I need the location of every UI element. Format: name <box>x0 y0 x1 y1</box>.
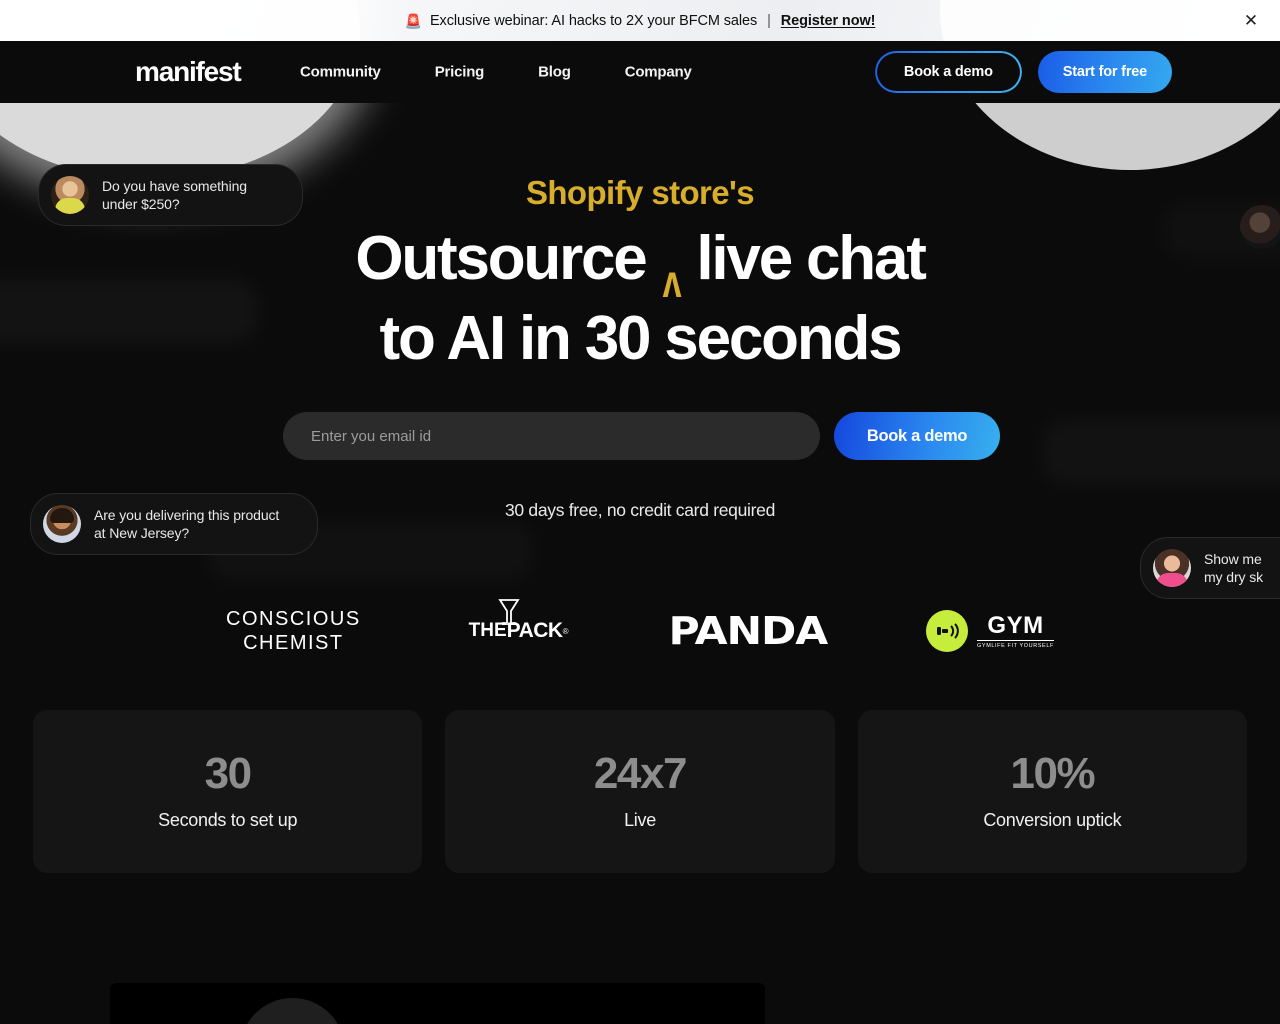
register-now-link[interactable]: Register now! <box>781 13 876 29</box>
customer-logo-strip: CONSCIOUS CHEMIST THE PACK ® PANDA GYM G… <box>0 599 1280 662</box>
chat-bubble-line: under $250? <box>102 196 180 212</box>
glass-icon <box>498 599 520 625</box>
email-field[interactable] <box>283 412 820 460</box>
stat-value: 10% <box>1010 749 1095 798</box>
site-header: manifest Community Pricing Blog Company … <box>0 41 1280 103</box>
brand-logo-gym: GYM GYMLIFE FIT YOURSELF <box>926 610 1054 652</box>
chat-bubble-text: Do you have something under $250? <box>102 177 247 213</box>
brand-line: CHEMIST <box>243 632 344 654</box>
brand-logo-panda: PANDA <box>668 609 828 653</box>
chat-bubble-line: at New Jersey? <box>94 525 190 541</box>
hero-title-part-2: live chat <box>696 224 927 293</box>
chat-bubble-line: Show me <box>1204 551 1262 567</box>
gym-word: GYM <box>987 611 1044 639</box>
announcement-banner: 🚨 Exclusive webinar: AI hacks to 2X your… <box>0 0 1280 180</box>
chat-bubble-text: Show me my dry sk <box>1204 550 1263 586</box>
gym-wordmark: GYM GYMLIFE FIT YOURSELF <box>977 611 1054 649</box>
background-bubble-decor <box>0 278 260 344</box>
brand-logo-the-pack: THE PACK ® <box>469 599 569 643</box>
stat-label: Live <box>624 810 656 830</box>
start-for-free-button[interactable]: Start for free <box>1037 51 1172 93</box>
chat-bubble-delivery-nj: Are you delivering this product at New J… <box>30 493 318 555</box>
hero-title-line-2: to AI in 30 seconds <box>379 304 903 373</box>
stat-card-setup-time: 30 Seconds to set up <box>33 710 423 873</box>
hero-book-demo-button[interactable]: Book a demo <box>834 412 1000 460</box>
chat-bubble-line: my dry sk <box>1204 569 1263 585</box>
nav-item-pricing[interactable]: Pricing <box>435 64 485 81</box>
dumbbell-icon <box>926 610 969 652</box>
header-actions: Book a demo Start for free <box>874 51 1172 93</box>
manifest-logo[interactable]: manifest <box>135 56 242 88</box>
chat-bubble-text: Are you delivering this product at New J… <box>94 506 279 542</box>
stat-label: Seconds to set up <box>158 810 298 830</box>
chat-bubble-line: Do you have something <box>102 178 247 194</box>
stat-value: 24x7 <box>593 749 688 798</box>
stats-row: 30 Seconds to set up 24x7 Live 10% Conve… <box>33 710 1247 873</box>
chat-bubble-dry-skin: Show me my dry sk <box>1140 537 1280 599</box>
announcement-separator: | <box>767 12 771 29</box>
avatar <box>51 176 89 214</box>
caret-icon: ʌ <box>662 256 682 308</box>
gym-tagline: GYMLIFE FIT YOURSELF <box>977 639 1054 649</box>
avatar <box>43 505 81 543</box>
announcement-text: Exclusive webinar: AI hacks to 2X your B… <box>429 12 758 29</box>
panel-circle-decor <box>240 998 345 1024</box>
chat-bubble-line: Are you delivering this product <box>94 507 280 523</box>
nav-item-company[interactable]: Company <box>625 64 692 81</box>
avatar <box>1153 549 1191 587</box>
announcement-content: 🚨 Exclusive webinar: AI hacks to 2X your… <box>405 13 876 29</box>
main-navigation: Community Pricing Blog Company <box>300 64 692 81</box>
stat-value: 30 <box>204 749 253 798</box>
nav-item-blog[interactable]: Blog <box>538 64 571 81</box>
siren-icon: 🚨 <box>404 12 422 29</box>
brand-logo-conscious-chemist: CONSCIOUS CHEMIST <box>226 607 361 655</box>
background-bubble-decor <box>1040 418 1280 486</box>
stat-card-live: 24x7 Live <box>445 710 835 873</box>
brand-line: CONSCIOUS <box>226 608 361 630</box>
chat-bubble-under-250: Do you have something under $250? <box>38 164 303 226</box>
brand-registered-mark: ® <box>562 626 569 636</box>
nav-item-community[interactable]: Community <box>300 64 381 81</box>
stat-label: Conversion uptick <box>983 810 1122 830</box>
header-book-demo-button[interactable]: Book a demo <box>874 51 1022 93</box>
landing-page: 🚨 Exclusive webinar: AI hacks to 2X your… <box>0 0 1280 1024</box>
close-icon[interactable]: ✕ <box>1240 10 1262 32</box>
below-fold-panel <box>110 983 765 1024</box>
hero-title-part-1: Outsource <box>355 224 647 293</box>
hero-signup-form: Book a demo <box>283 412 1000 460</box>
stat-card-conversion: 10% Conversion uptick <box>857 710 1247 873</box>
edge-avatar <box>1240 205 1280 249</box>
